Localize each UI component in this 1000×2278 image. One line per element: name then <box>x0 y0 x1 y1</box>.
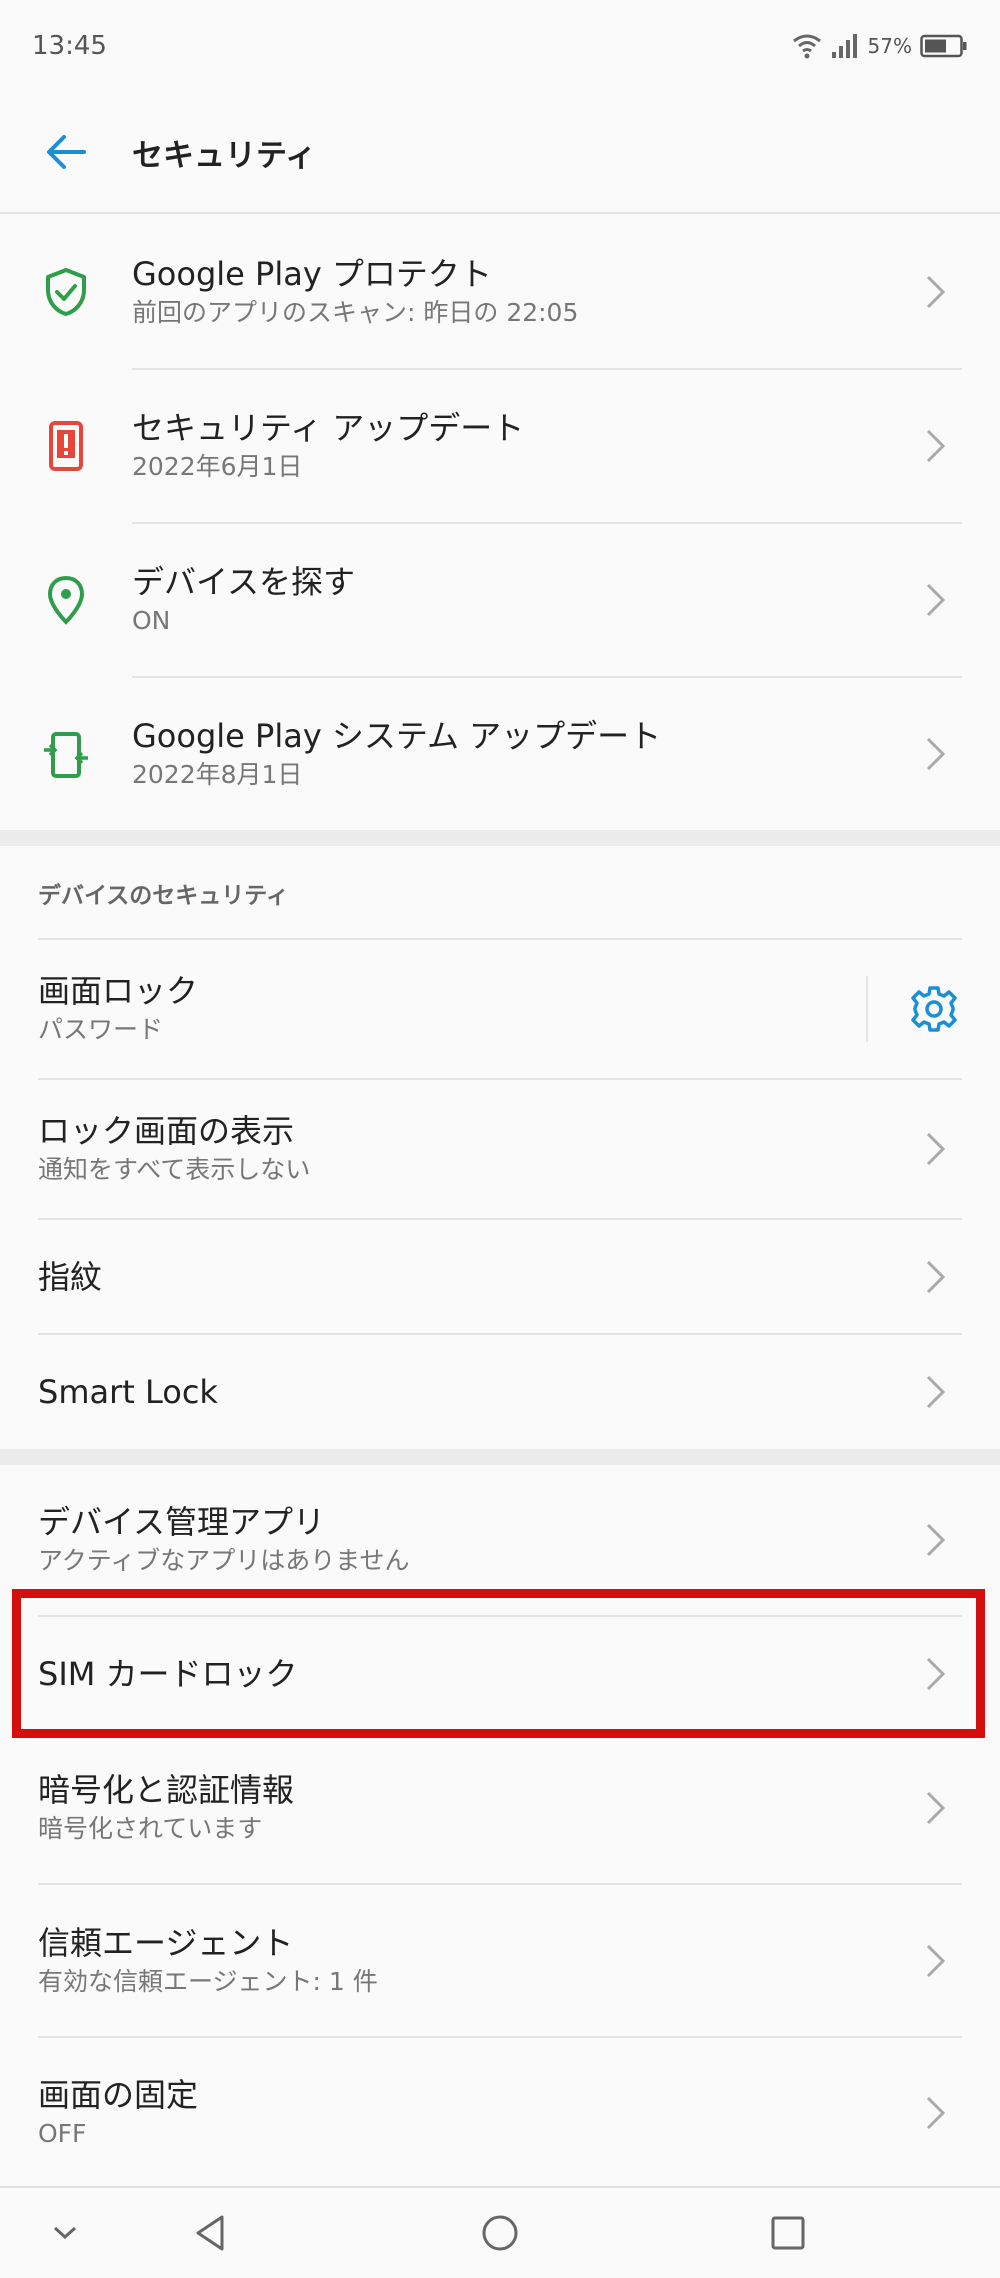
chevron-right-icon <box>926 1132 946 1166</box>
status-bar: 13:45 57% <box>0 0 1000 92</box>
page-title: セキュリティ <box>132 137 317 174</box>
item-summary: 通知をすべて表示しない <box>38 1155 311 1184</box>
battery-icon <box>920 34 967 58</box>
section-header-device-security: デバイスのセキュリティ <box>38 883 289 909</box>
item-title: Google Play システム アップデート <box>132 717 662 755</box>
google-play-protect-item[interactable]: Google Play プロテクト 前回のアプリのスキャン: 昨日の 22:05 <box>0 216 1000 368</box>
section-gap <box>0 1449 1000 1465</box>
item-title: 指紋 <box>38 1257 103 1296</box>
item-summary: 有効な信頼エージェント: 1 件 <box>38 1966 378 1996</box>
shield-check-icon <box>46 268 86 316</box>
google-play-system-update-item[interactable]: Google Play システム アップデート 2022年8月1日 <box>0 678 1000 830</box>
item-title: Google Play プロテクト <box>132 255 492 293</box>
item-title: 画面の固定 <box>38 2076 199 2114</box>
location-pin-icon <box>47 575 85 625</box>
section-gap <box>0 830 1000 846</box>
status-icons: 57% <box>792 32 968 60</box>
chevron-right-icon <box>926 1657 946 1691</box>
chevron-right-icon <box>926 1523 946 1557</box>
nav-back-icon <box>196 2215 224 2251</box>
chevron-down-icon <box>53 2226 77 2240</box>
screen-lock-settings-button[interactable] <box>868 940 1000 1078</box>
settings-list: Google Play プロテクト 前回のアプリのスキャン: 昨日の 22:05… <box>0 216 1000 2188</box>
item-title: Smart Lock <box>38 1373 218 1411</box>
trust-agents-item[interactable]: 信頼エージェント 有効な信頼エージェント: 1 件 <box>0 1885 1000 2036</box>
security-update-item[interactable]: セキュリティ アップデート 2022年6月1日 <box>0 370 1000 522</box>
nav-home-button[interactable] <box>440 2188 560 2278</box>
fingerprint-item[interactable]: 指紋 <box>0 1220 1000 1333</box>
cell-signal-icon <box>831 34 857 58</box>
item-title: SIM カードロック <box>38 1655 298 1693</box>
chevron-right-icon <box>926 737 946 771</box>
chevron-right-icon <box>926 1944 946 1977</box>
chevron-right-icon <box>926 275 946 309</box>
item-title: デバイス管理アプリ <box>38 1503 326 1541</box>
item-title: デバイスを探す <box>132 563 356 601</box>
nav-recents-button[interactable] <box>728 2188 848 2278</box>
status-time: 13:45 <box>32 31 107 61</box>
item-summary: パスワード <box>38 1015 164 1044</box>
gear-icon <box>911 986 957 1032</box>
device-admin-apps-item[interactable]: デバイス管理アプリ アクティブなアプリはありません <box>0 1465 1000 1615</box>
screen-pinning-item[interactable]: 画面の固定 OFF <box>0 2038 1000 2188</box>
nav-recents-icon <box>771 2216 805 2250</box>
arrow-left-icon <box>47 135 86 169</box>
chevron-right-icon <box>926 583 946 617</box>
wifi-icon <box>792 34 821 59</box>
chevron-right-icon <box>926 2096 946 2130</box>
screen-lock-item[interactable]: 画面ロック パスワード <box>0 940 1000 1078</box>
lock-screen-display-item[interactable]: ロック画面の表示 通知をすべて表示しない <box>0 1080 1000 1218</box>
encryption-credentials-item[interactable]: 暗号化と認証情報 暗号化されています <box>0 1733 1000 1883</box>
item-summary: 前回のアプリのスキャン: 昨日の 22:05 <box>132 298 579 327</box>
nav-collapse-button[interactable] <box>5 2188 125 2278</box>
item-title: 画面ロック <box>38 972 199 1010</box>
chevron-right-icon <box>926 429 946 463</box>
battery-percent: 57% <box>867 34 912 58</box>
item-summary: ON <box>132 606 171 635</box>
item-summary: 2022年6月1日 <box>132 452 303 481</box>
phone-alert-icon <box>49 421 83 471</box>
item-summary: OFF <box>38 2119 87 2148</box>
navigation-bar <box>0 2186 1000 2278</box>
sim-card-lock-item[interactable]: SIM カードロック <box>0 1617 1000 1731</box>
item-summary: 暗号化されています <box>38 1814 263 1843</box>
chevron-right-icon <box>926 1791 946 1825</box>
item-summary: アクティブなアプリはありません <box>38 1546 410 1575</box>
chevron-right-icon <box>926 1375 946 1409</box>
phone-update-icon <box>44 732 88 778</box>
item-summary: 2022年8月1日 <box>132 760 303 789</box>
nav-home-icon <box>482 2215 518 2251</box>
item-title: ロック画面の表示 <box>38 1112 295 1150</box>
item-title: 信頼エージェント <box>38 1923 294 1962</box>
smart-lock-item[interactable]: Smart Lock <box>0 1335 1000 1449</box>
nav-back-button[interactable] <box>150 2188 270 2278</box>
back-button[interactable] <box>0 91 132 213</box>
find-device-item[interactable]: デバイスを探す ON <box>0 524 1000 676</box>
item-title: セキュリティ アップデート <box>132 409 525 447</box>
app-bar: セキュリティ <box>0 92 1000 214</box>
item-title: 暗号化と認証情報 <box>38 1771 295 1809</box>
chevron-right-icon <box>926 1260 946 1293</box>
